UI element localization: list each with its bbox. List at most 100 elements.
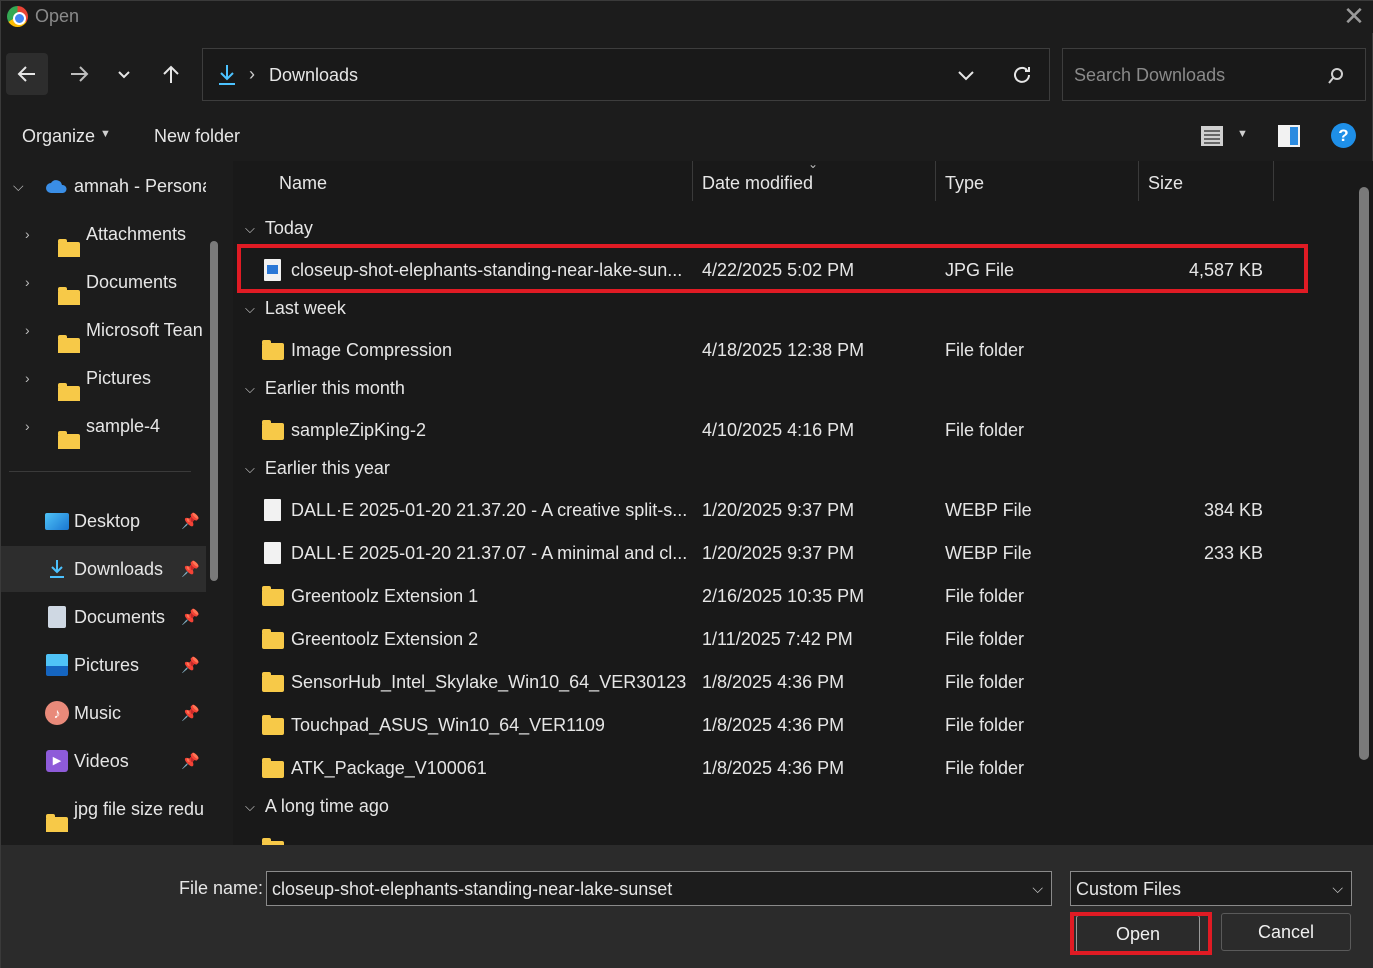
sidebar-item-pictures[interactable]: Pictures 📌 bbox=[1, 642, 206, 688]
pin-icon[interactable]: 📌 bbox=[181, 608, 200, 626]
sidebar-item-label: Music bbox=[74, 703, 122, 723]
up-button[interactable] bbox=[151, 53, 191, 95]
chevron-down-icon[interactable]: ⌵ bbox=[13, 178, 24, 195]
group-header-long-ago[interactable]: ⌵ A long time ago bbox=[245, 796, 389, 817]
chevron-right-icon[interactable]: › bbox=[25, 274, 30, 290]
column-header-name[interactable]: Name bbox=[279, 173, 327, 194]
pin-icon[interactable]: 📌 bbox=[181, 704, 200, 722]
file-type: File folder bbox=[945, 672, 1025, 692]
sidebar-item-documents[interactable]: Documents 📌 bbox=[1, 594, 206, 640]
column-divider[interactable] bbox=[1273, 161, 1274, 201]
back-button[interactable] bbox=[6, 53, 48, 95]
table-row[interactable]: Image Compression 4/18/2025 12:38 PM Fil… bbox=[233, 329, 1333, 372]
sidebar-scrollbar[interactable] bbox=[210, 241, 218, 581]
table-row[interactable]: ATK_Package_V100061 1/8/2025 4:36 PM Fil… bbox=[233, 747, 1333, 790]
command-bar: Organize ▼ New folder ▼ ? bbox=[1, 111, 1373, 161]
view-chevron-icon[interactable]: ▼ bbox=[1237, 128, 1248, 140]
sidebar-item-pictures-onedrive[interactable]: › Pictures bbox=[1, 355, 206, 401]
table-row[interactable]: Greentoolz Extension 2 1/11/2025 7:42 PM… bbox=[233, 618, 1333, 661]
sidebar-item-desktop[interactable]: Desktop 📌 bbox=[1, 498, 206, 544]
sidebar-item-sample-4[interactable]: › sample-4 bbox=[1, 403, 206, 449]
organize-button[interactable]: Organize bbox=[22, 126, 95, 147]
file-icon bbox=[264, 542, 281, 564]
file-type-select[interactable]: Custom Files ⌵ bbox=[1070, 871, 1352, 906]
sidebar-item-label: Documents bbox=[74, 607, 166, 627]
pin-icon[interactable]: 📌 bbox=[181, 560, 200, 578]
chevron-down-icon: ⌵ bbox=[245, 220, 255, 236]
chevron-right-icon[interactable]: › bbox=[25, 226, 30, 242]
cloud-icon bbox=[46, 180, 67, 193]
chevron-down-icon: ⌵ bbox=[245, 300, 255, 316]
sidebar-item-downloads[interactable]: Downloads 📌 bbox=[1, 546, 206, 592]
pin-icon[interactable]: 📌 bbox=[181, 656, 200, 674]
table-row[interactable]: DALL·E 2025-01-20 21.37.20 - A creative … bbox=[233, 489, 1333, 532]
table-row[interactable]: Greentoolz Extension 1 2/16/2025 10:35 P… bbox=[233, 575, 1333, 618]
address-bar[interactable]: › Downloads bbox=[202, 48, 1050, 101]
search-input[interactable]: Search Downloads bbox=[1062, 48, 1366, 101]
sort-chevron-icon: ⌄ bbox=[808, 157, 819, 171]
folder-icon bbox=[262, 715, 284, 735]
table-row[interactable] bbox=[233, 829, 1333, 845]
chevron-down-icon[interactable]: ⌵ bbox=[1032, 880, 1043, 897]
file-name: Touchpad_ASUS_Win10_64_VER1109 bbox=[291, 715, 605, 735]
preview-pane-icon[interactable] bbox=[1277, 124, 1301, 148]
chevron-right-icon[interactable]: › bbox=[25, 370, 30, 386]
column-divider[interactable] bbox=[692, 161, 693, 201]
sidebar-item-label: Pictures bbox=[86, 368, 152, 388]
forward-button[interactable] bbox=[59, 53, 99, 95]
file-type: File folder bbox=[945, 758, 1025, 778]
table-row[interactable]: Touchpad_ASUS_Win10_64_VER1109 1/8/2025 … bbox=[233, 704, 1333, 747]
sidebar-item-label: Videos bbox=[74, 751, 129, 771]
highlight-box bbox=[237, 244, 1308, 293]
folder-icon bbox=[58, 238, 80, 257]
group-header-earlier-year[interactable]: ⌵ Earlier this year bbox=[245, 458, 390, 479]
chevron-right-icon[interactable]: › bbox=[25, 322, 30, 338]
videos-icon: ▶ bbox=[46, 750, 68, 772]
pin-icon[interactable]: 📌 bbox=[181, 752, 200, 770]
file-icon bbox=[264, 499, 281, 521]
view-options-icon[interactable] bbox=[1200, 124, 1224, 148]
group-header-today[interactable]: ⌵ Today bbox=[245, 218, 313, 239]
new-folder-button[interactable]: New folder bbox=[154, 126, 240, 147]
column-divider[interactable] bbox=[935, 161, 936, 201]
chevron-down-icon: ⌵ bbox=[245, 380, 255, 396]
column-divider[interactable] bbox=[1138, 161, 1139, 201]
arrow-left-icon bbox=[17, 66, 35, 82]
file-type-value: Custom Files bbox=[1076, 879, 1182, 899]
file-name-input[interactable]: closeup-shot-elephants-standing-near-lak… bbox=[266, 871, 1052, 906]
group-header-earlier-month[interactable]: ⌵ Earlier this month bbox=[245, 378, 405, 399]
cancel-button[interactable]: Cancel bbox=[1221, 913, 1351, 951]
sidebar-item-onedrive[interactable]: ⌵ amnah - Persona bbox=[1, 163, 206, 209]
column-header-size[interactable]: Size bbox=[1148, 173, 1183, 194]
file-date: 1/8/2025 4:36 PM bbox=[702, 672, 845, 692]
table-row[interactable]: DALL·E 2025-01-20 21.37.07 - A minimal a… bbox=[233, 532, 1333, 575]
column-header-type[interactable]: Type bbox=[945, 173, 984, 194]
address-dropdown-icon[interactable] bbox=[957, 67, 975, 83]
file-date: 1/20/2025 9:37 PM bbox=[702, 500, 855, 520]
arrow-right-icon bbox=[71, 66, 89, 82]
close-icon[interactable]: ✕ bbox=[1341, 3, 1367, 29]
sidebar-item-label: Pictures bbox=[74, 655, 140, 675]
sidebar-item-videos[interactable]: ▶ Videos 📌 bbox=[1, 738, 206, 784]
column-header-date[interactable]: Date modified bbox=[702, 173, 813, 194]
chevron-right-icon[interactable]: › bbox=[25, 418, 30, 434]
help-icon[interactable]: ? bbox=[1331, 123, 1356, 148]
file-name: DALL·E 2025-01-20 21.37.07 - A minimal a… bbox=[291, 543, 686, 563]
sidebar-item-attachments[interactable]: › Attachments bbox=[1, 211, 206, 257]
arrow-up-icon bbox=[163, 65, 179, 83]
breadcrumb-downloads[interactable]: Downloads bbox=[269, 65, 358, 86]
sidebar-item-microsoft-teams[interactable]: › Microsoft Tean bbox=[1, 307, 206, 353]
refresh-icon[interactable] bbox=[1011, 64, 1033, 86]
table-row[interactable]: SensorHub_Intel_Skylake_Win10_64_VER3012… bbox=[233, 661, 1333, 704]
sidebar-item-documents-onedrive[interactable]: › Documents bbox=[1, 259, 206, 305]
sidebar-item-music[interactable]: ♪ Music 📌 bbox=[1, 690, 206, 736]
table-row[interactable]: sampleZipKing-2 4/10/2025 4:16 PM File f… bbox=[233, 409, 1333, 452]
file-date: 4/10/2025 4:16 PM bbox=[702, 420, 855, 440]
sidebar-item-label: sample-4 bbox=[86, 416, 161, 436]
group-header-last-week[interactable]: ⌵ Last week bbox=[245, 298, 346, 319]
file-date: 4/18/2025 12:38 PM bbox=[702, 340, 865, 360]
sidebar-item-jpg-file-size[interactable]: jpg file size redu bbox=[1, 786, 206, 832]
pin-icon[interactable]: 📌 bbox=[181, 512, 200, 530]
recent-locations-button[interactable] bbox=[104, 53, 144, 95]
file-list-scrollbar[interactable] bbox=[1359, 187, 1369, 760]
